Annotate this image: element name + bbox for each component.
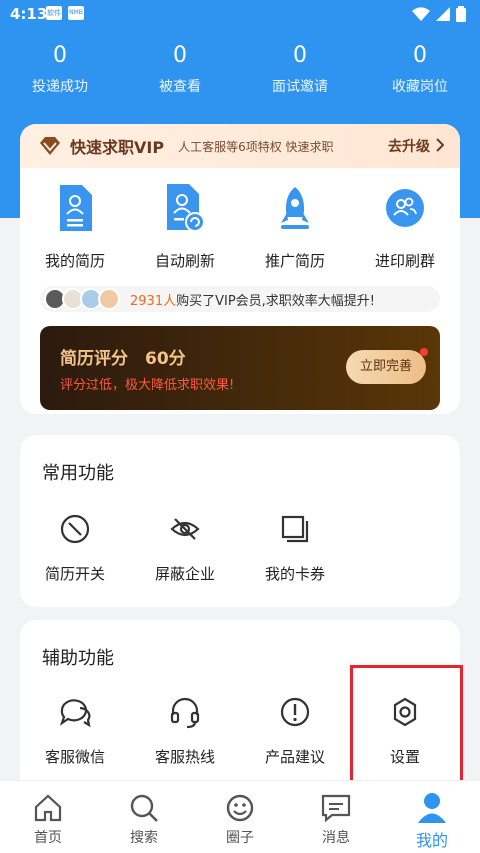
vip-card: 快速求职VIP 人工客服等6项特权 快速求职 去升级 我的简历 自动刷新 推广简… — [20, 124, 460, 414]
item-my-coupons[interactable]: 我的卡券 — [240, 511, 350, 584]
search-icon — [130, 794, 158, 822]
stat-viewed[interactable]: 0 被查看 — [120, 42, 240, 96]
stat-value: 0 — [413, 43, 427, 68]
tab-circle[interactable]: 圈子 — [192, 781, 288, 853]
status-bar: 4:13 软件 NMB — [0, 0, 480, 28]
tool-my-resume[interactable]: 我的简历 — [20, 182, 130, 271]
buyer-count: 2931人 — [130, 293, 177, 309]
stat-value: 0 — [173, 43, 187, 68]
item-label: 产品建议 — [264, 748, 325, 766]
resume-icon — [60, 185, 92, 231]
vip-desc: 人工客服等6项特权 快速求职 — [178, 139, 334, 154]
section-title: 常用功能 — [42, 463, 114, 484]
tab-label: 首页 — [34, 830, 62, 846]
chevron-right-icon — [436, 138, 444, 152]
tab-messages[interactable]: 消息 — [288, 781, 384, 853]
item-label: 客服热线 — [154, 748, 215, 766]
circle-icon — [226, 794, 254, 822]
system-icons — [412, 4, 466, 24]
avatar — [98, 288, 120, 310]
stat-interview[interactable]: 0 面试邀请 — [240, 42, 360, 96]
eye-off-icon — [170, 518, 200, 540]
stat-label: 投递成功 — [32, 79, 88, 95]
item-block-companies[interactable]: 屏蔽企业 — [130, 511, 240, 584]
tab-label: 搜索 — [130, 830, 158, 846]
alert-icon — [280, 697, 310, 727]
section-title: 辅助功能 — [42, 648, 114, 669]
stat-favorites[interactable]: 0 收藏岗位 — [360, 42, 480, 96]
buyer-text: 购买了VIP会员,求职效率大幅提升! — [176, 293, 376, 309]
stats-row: 0 投递成功 0 被查看 0 面试邀请 0 收藏岗位 — [0, 42, 480, 96]
vip-title: 快速求职VIP — [70, 138, 165, 157]
resume-score-banner: 简历评分 60分 评分过低，极大降低求职效果! 立即完善 — [40, 326, 440, 410]
tool-label: 进印刷群 — [374, 252, 435, 270]
item-service-wechat[interactable]: 客服微信 — [20, 694, 130, 767]
improve-now-button[interactable]: 立即完善 — [346, 350, 426, 384]
item-product-feedback[interactable]: 产品建议 — [240, 694, 350, 767]
wifi-icon — [412, 7, 430, 21]
common-functions-card: 常用功能 简历开关 屏蔽企业 我的卡券 — [20, 435, 460, 607]
resume-tools: 我的简历 自动刷新 推广简历 进印刷群 — [20, 182, 460, 271]
vip-buyers-ticker: 2931人 购买了VIP会员,求职效率大幅提升! — [40, 286, 440, 312]
tool-promote-resume[interactable]: 推广简历 — [240, 182, 350, 271]
tool-label: 自动刷新 — [154, 252, 215, 270]
vip-banner[interactable]: 快速求职VIP 人工客服等6项特权 快速求职 去升级 — [20, 124, 460, 168]
chat-icon — [59, 699, 91, 728]
stat-label: 收藏岗位 — [392, 79, 448, 95]
item-service-hotline[interactable]: 客服热线 — [130, 694, 240, 767]
message-icon — [321, 794, 351, 823]
status-time: 4:13 — [10, 5, 48, 23]
settings-highlight-box — [350, 665, 463, 783]
tab-home[interactable]: 首页 — [0, 781, 96, 853]
user-icon — [418, 793, 446, 823]
score-title: 简历评分 60分 — [60, 349, 186, 369]
score-warning: 评分过低，极大降低求职效果! — [60, 378, 235, 393]
vip-upgrade-link[interactable]: 去升级 — [388, 136, 430, 156]
toggle-icon — [60, 514, 90, 544]
avatar-group — [44, 288, 120, 310]
headset-icon — [170, 697, 200, 729]
notification-icon: NMB — [68, 6, 84, 20]
item-label: 我的卡券 — [264, 565, 325, 583]
item-label: 简历开关 — [44, 565, 105, 583]
item-label: 屏蔽企业 — [154, 565, 215, 583]
tab-search[interactable]: 搜索 — [96, 781, 192, 853]
stat-label: 被查看 — [159, 79, 201, 95]
auto-refresh-icon — [167, 184, 205, 232]
stat-value: 0 — [53, 43, 67, 68]
coupon-icon — [281, 515, 309, 543]
tool-label: 推广简历 — [264, 252, 325, 270]
notification-icon: 软件 — [46, 6, 62, 20]
tab-label: 消息 — [322, 830, 350, 846]
red-dot-badge — [420, 348, 428, 356]
stat-label: 面试邀请 — [272, 79, 328, 95]
home-icon — [34, 794, 62, 822]
tool-auto-refresh[interactable]: 自动刷新 — [130, 182, 240, 271]
signal-icon — [436, 7, 450, 21]
rocket-icon — [281, 187, 309, 229]
tab-label: 圈子 — [226, 830, 254, 846]
bottom-tab-bar: 首页 搜索 圈子 消息 我的 — [0, 780, 480, 853]
tool-label: 我的简历 — [44, 252, 105, 270]
battery-icon — [456, 6, 466, 22]
item-label: 客服微信 — [44, 748, 105, 766]
tab-mine[interactable]: 我的 — [384, 781, 480, 853]
stat-delivered[interactable]: 0 投递成功 — [0, 42, 120, 96]
item-resume-toggle[interactable]: 简历开关 — [20, 511, 130, 584]
stat-value: 0 — [293, 43, 307, 68]
group-icon — [386, 189, 424, 227]
common-functions-list: 简历开关 屏蔽企业 我的卡券 — [20, 511, 460, 584]
diamond-icon — [40, 137, 60, 155]
tool-join-group[interactable]: 进印刷群 — [350, 182, 460, 271]
tab-label: 我的 — [415, 831, 448, 850]
